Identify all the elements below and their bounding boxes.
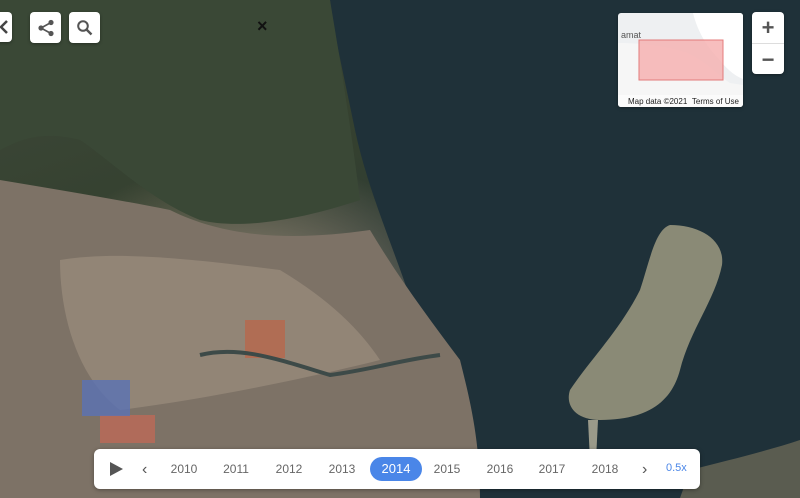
playback-speed[interactable]: 0.5x xyxy=(666,462,687,474)
share-button[interactable] xyxy=(30,12,61,43)
red-roof-block xyxy=(100,415,155,443)
chevron-left-icon xyxy=(0,20,8,34)
timeline-bar: ‹ 2010 2011 2012 2013 2014 2015 2016 201… xyxy=(94,449,700,489)
year-2016[interactable]: 2016 xyxy=(478,462,522,476)
year-2011[interactable]: 2011 xyxy=(214,462,258,476)
back-button[interactable] xyxy=(0,12,12,42)
year-2018[interactable]: 2018 xyxy=(583,462,627,476)
minimap-place-label: amat xyxy=(621,30,642,40)
year-2012[interactable]: 2012 xyxy=(267,462,311,476)
timeline-next-button[interactable]: › xyxy=(642,461,647,479)
timeline-prev-button[interactable]: ‹ xyxy=(142,461,147,479)
share-icon xyxy=(37,19,54,36)
search-button[interactable] xyxy=(69,12,100,43)
terms-link[interactable]: Terms of Use xyxy=(692,97,739,106)
year-2015[interactable]: 2015 xyxy=(425,462,469,476)
minimap-viewport[interactable] xyxy=(638,39,724,81)
year-2013[interactable]: 2013 xyxy=(320,462,364,476)
search-icon xyxy=(76,19,92,35)
blue-roof-block xyxy=(82,380,130,416)
zoom-controls: + − xyxy=(752,12,784,74)
year-2017[interactable]: 2017 xyxy=(530,462,574,476)
year-2010[interactable]: 2010 xyxy=(162,462,206,476)
zoom-in-button[interactable]: + xyxy=(752,12,784,43)
zoom-out-button[interactable]: − xyxy=(752,43,784,75)
overview-minimap[interactable]: amat Map data ©2021 Terms of Use xyxy=(618,13,743,107)
map-marker-x[interactable]: × xyxy=(257,16,268,37)
play-icon[interactable] xyxy=(106,460,126,478)
map-attribution: Map data ©2021 xyxy=(628,96,688,106)
minimap-land xyxy=(618,13,743,107)
year-2014-selected[interactable]: 2014 xyxy=(370,457,422,481)
